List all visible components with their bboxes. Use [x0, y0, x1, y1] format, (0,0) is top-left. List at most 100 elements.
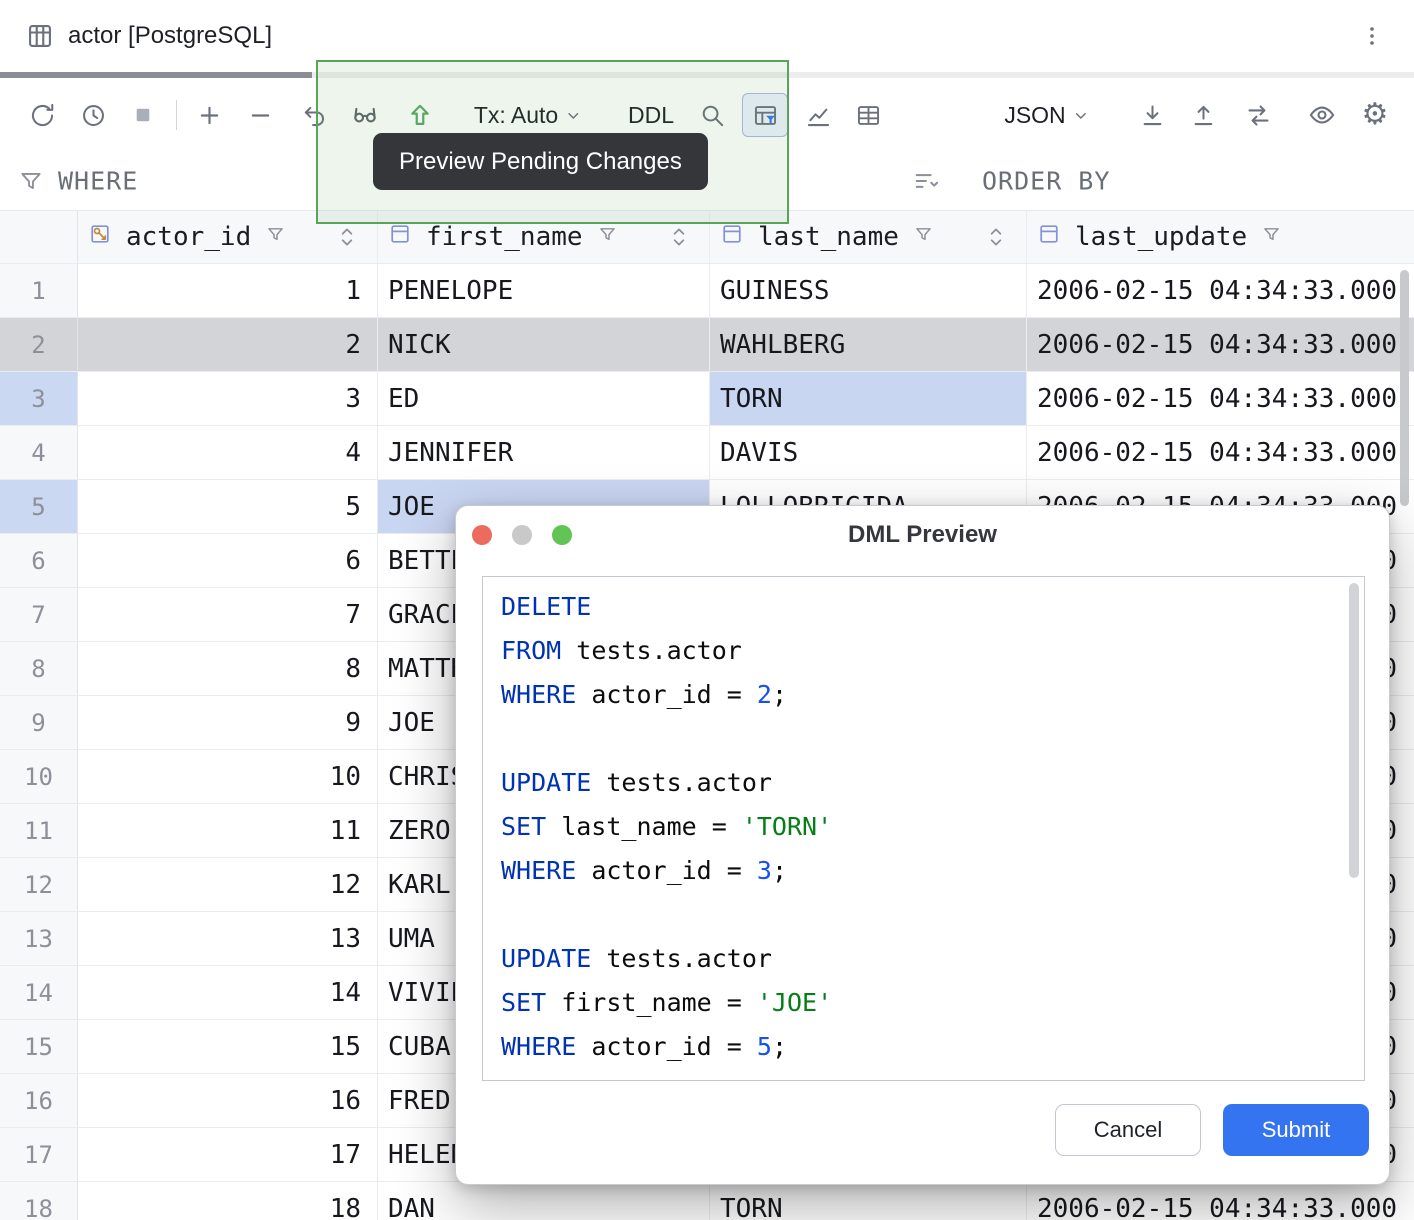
cell-actor-id[interactable]: 5 — [78, 480, 378, 534]
sort-toggle[interactable] — [988, 225, 1004, 249]
column-header-last-name[interactable]: last_name — [710, 211, 1027, 264]
row-number[interactable]: 5 — [0, 480, 78, 534]
corner-cell[interactable] — [0, 211, 78, 264]
cell-actor-id[interactable]: 7 — [78, 588, 378, 642]
grid-view-button[interactable] — [845, 93, 891, 137]
cell-last-update[interactable]: 2006-02-15 04:34:33.000 — [1027, 372, 1414, 426]
cell-actor-id[interactable]: 1 — [78, 264, 378, 318]
column-header-last-update[interactable]: last_update — [1027, 211, 1414, 264]
filter-icon[interactable] — [1261, 222, 1282, 252]
cell-last-name[interactable]: DAVIS — [710, 426, 1027, 480]
row-number[interactable]: 3 — [0, 372, 78, 426]
table-row[interactable]: 18 18 DAN TORN 2006-02-15 04:34:33.000 — [0, 1182, 1414, 1220]
search-button[interactable] — [689, 93, 735, 137]
refresh-button[interactable] — [19, 93, 65, 137]
cell-actor-id[interactable]: 14 — [78, 966, 378, 1020]
cell-first-name[interactable]: NICK — [378, 318, 710, 372]
cell-last-name[interactable]: TORN — [710, 1182, 1027, 1220]
row-number[interactable]: 9 — [0, 696, 78, 750]
revert-button[interactable] — [291, 93, 337, 137]
table-row[interactable]: 4 4 JENNIFER DAVIS 2006-02-15 04:34:33.0… — [0, 426, 1414, 480]
row-number[interactable]: 17 — [0, 1128, 78, 1182]
row-number[interactable]: 12 — [0, 858, 78, 912]
cell-actor-id[interactable]: 13 — [78, 912, 378, 966]
row-number[interactable]: 8 — [0, 642, 78, 696]
cell-actor-id[interactable]: 8 — [78, 642, 378, 696]
sort-toggle[interactable] — [339, 225, 355, 249]
row-number[interactable]: 7 — [0, 588, 78, 642]
filter-icon[interactable] — [597, 222, 618, 252]
column-header-first-name[interactable]: first_name — [378, 211, 710, 264]
row-number[interactable]: 4 — [0, 426, 78, 480]
cell-first-name[interactable]: DAN — [378, 1182, 710, 1220]
sql-preview-pane[interactable]: DELETEFROM tests.actorWHERE actor_id = 2… — [482, 576, 1365, 1081]
ddl-button[interactable]: DDL — [620, 93, 682, 137]
tx-mode-dropdown[interactable]: Tx: Auto — [466, 93, 590, 137]
cell-actor-id[interactable]: 12 — [78, 858, 378, 912]
where-label[interactable]: WHERE — [58, 167, 138, 196]
cell-actor-id[interactable]: 18 — [78, 1182, 378, 1220]
table-scrollbar[interactable] — [1400, 270, 1409, 506]
cell-first-name[interactable]: ED — [378, 372, 710, 426]
preview-appearance-button[interactable] — [1299, 93, 1345, 137]
cell-actor-id[interactable]: 4 — [78, 426, 378, 480]
cell-actor-id[interactable]: 10 — [78, 750, 378, 804]
cell-last-update[interactable]: 2006-02-15 04:34:33.000 — [1027, 264, 1414, 318]
close-button[interactable] — [472, 525, 492, 545]
preview-pending-changes-button[interactable] — [342, 93, 388, 137]
row-number[interactable]: 6 — [0, 534, 78, 588]
cell-actor-id[interactable]: 2 — [78, 318, 378, 372]
cell-last-name[interactable]: GUINESS — [710, 264, 1027, 318]
cell-first-name[interactable]: PENELOPE — [378, 264, 710, 318]
submit-button[interactable]: Submit — [1223, 1104, 1369, 1156]
cell-last-update[interactable]: 2006-02-15 04:34:33.000 — [1027, 318, 1414, 372]
cell-last-update[interactable]: 2006-02-15 04:34:33.000 — [1027, 1182, 1414, 1220]
row-number[interactable]: 18 — [0, 1182, 78, 1220]
settings-button[interactable]: ⚙ — [1352, 93, 1398, 137]
minimize-button[interactable] — [512, 525, 532, 545]
sort-toggle[interactable] — [671, 225, 687, 249]
cell-actor-id[interactable]: 17 — [78, 1128, 378, 1182]
upload-button[interactable] — [1180, 93, 1226, 137]
filter-icon[interactable] — [913, 222, 934, 252]
submit-changes-button[interactable] — [397, 93, 443, 137]
filter-icon[interactable] — [265, 222, 286, 252]
format-dropdown[interactable]: JSON — [996, 93, 1097, 137]
cell-last-name[interactable]: WAHLBERG — [710, 318, 1027, 372]
row-number[interactable]: 16 — [0, 1074, 78, 1128]
dialog-header[interactable]: DML Preview — [456, 506, 1389, 564]
cell-first-name[interactable]: JENNIFER — [378, 426, 710, 480]
table-row[interactable]: 2 2 NICK WAHLBERG 2006-02-15 04:34:33.00… — [0, 318, 1414, 372]
row-number[interactable]: 10 — [0, 750, 78, 804]
row-number[interactable]: 13 — [0, 912, 78, 966]
column-header-actor-id[interactable]: actor_id — [78, 211, 378, 264]
order-by-label[interactable]: ORDER BY — [982, 167, 1110, 196]
cell-actor-id[interactable]: 11 — [78, 804, 378, 858]
delete-row-button[interactable] — [237, 93, 283, 137]
dialog-scrollbar-thumb[interactable] — [1349, 583, 1359, 878]
cell-actor-id[interactable]: 6 — [78, 534, 378, 588]
row-number[interactable]: 11 — [0, 804, 78, 858]
cell-actor-id[interactable]: 16 — [78, 1074, 378, 1128]
cell-last-name[interactable]: TORN — [710, 372, 1027, 426]
table-row[interactable]: 3 3 ED TORN 2006-02-15 04:34:33.000 — [0, 372, 1414, 426]
row-number[interactable]: 14 — [0, 966, 78, 1020]
cell-actor-id[interactable]: 3 — [78, 372, 378, 426]
more-options-button[interactable] — [1352, 16, 1392, 56]
row-number[interactable]: 2 — [0, 318, 78, 372]
filter-rows-button[interactable] — [742, 93, 788, 137]
table-row[interactable]: 1 1 PENELOPE GUINESS 2006-02-15 04:34:33… — [0, 264, 1414, 318]
download-button[interactable] — [1129, 93, 1175, 137]
cancel-button[interactable]: Cancel — [1055, 1104, 1201, 1156]
history-button[interactable] — [70, 93, 116, 137]
row-number[interactable]: 15 — [0, 1020, 78, 1074]
chart-button[interactable] — [795, 93, 841, 137]
zoom-button[interactable] — [552, 525, 572, 545]
where-filter-icon[interactable] — [18, 168, 44, 194]
cell-actor-id[interactable]: 15 — [78, 1020, 378, 1074]
row-number[interactable]: 1 — [0, 264, 78, 318]
migrate-button[interactable] — [1235, 93, 1281, 137]
cell-actor-id[interactable]: 9 — [78, 696, 378, 750]
stop-button[interactable] — [120, 93, 166, 137]
cell-last-update[interactable]: 2006-02-15 04:34:33.000 — [1027, 426, 1414, 480]
